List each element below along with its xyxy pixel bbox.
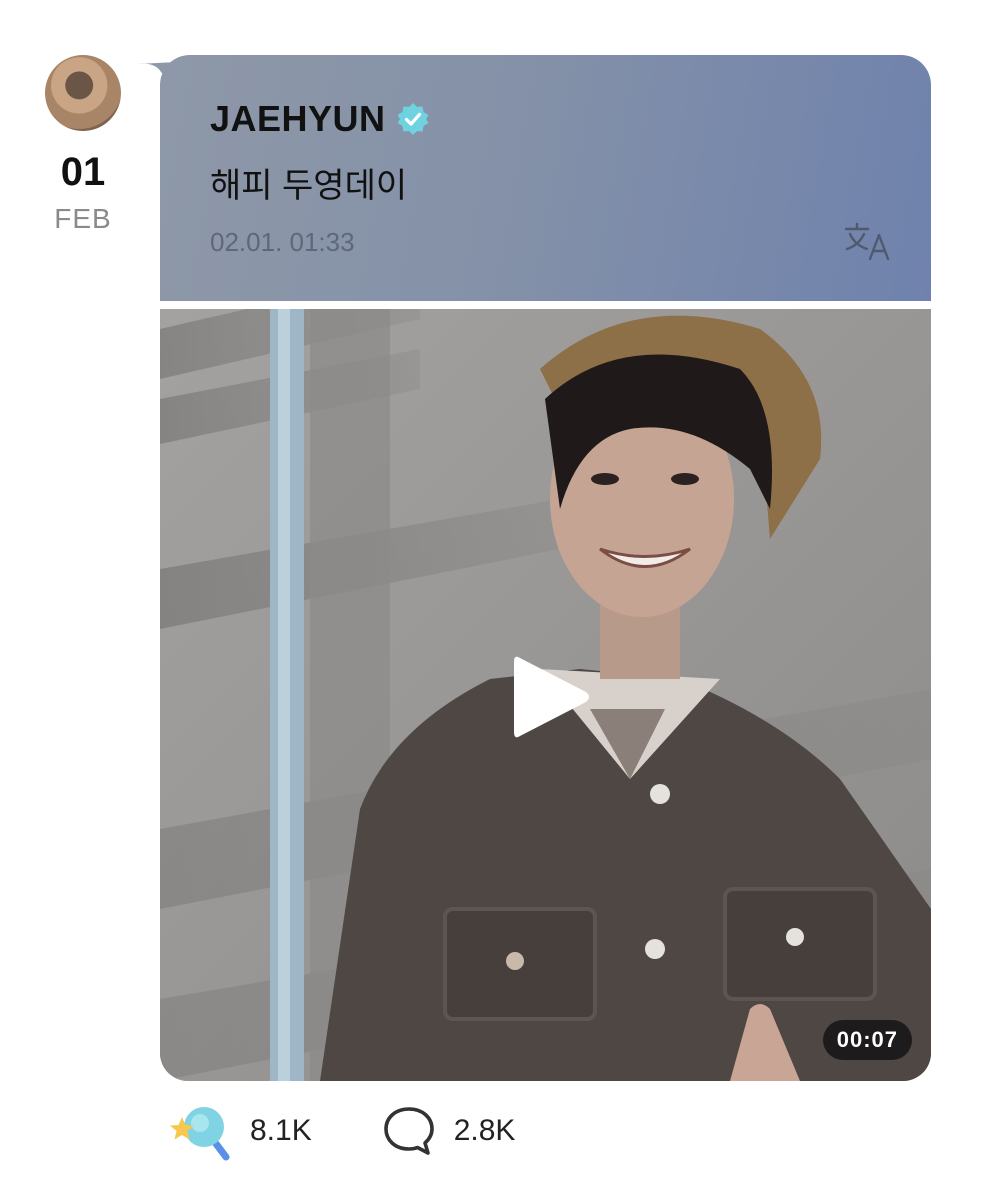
video-player[interactable]: 00:07: [160, 309, 931, 1081]
message-bubble: JAEHYUN 해피 두영데이 02.01. 01:33: [160, 55, 931, 301]
fan-post-card: 01 FEB JAEHYUN 해피 두영데이 02.01. 01:33 00:0…: [0, 0, 981, 1200]
video-duration: 00:07: [822, 1020, 912, 1060]
comment-count: 2.8K: [453, 1114, 516, 1147]
author-row: JAEHYUN: [210, 97, 430, 141]
author-name[interactable]: JAEHYUN: [210, 98, 386, 140]
post-timestamp: 02.01. 01:33: [210, 227, 355, 257]
post-day: 01: [60, 150, 106, 194]
like-count: 8.1K: [250, 1114, 312, 1147]
like-button[interactable]: 8.1K: [170, 1101, 312, 1161]
translate-icon[interactable]: [843, 221, 893, 263]
post-text: 해피 두영데이: [210, 167, 408, 205]
post-month: FEB: [54, 203, 112, 234]
comment-icon: [383, 1107, 434, 1155]
lightstick-icon: [170, 1107, 230, 1161]
avatar[interactable]: [45, 55, 121, 131]
comment-button[interactable]: 2.8K: [382, 1105, 516, 1157]
play-icon[interactable]: [510, 652, 592, 742]
reaction-bar: 8.1K 2.8K: [170, 1100, 515, 1162]
verified-badge-icon: [397, 103, 429, 135]
